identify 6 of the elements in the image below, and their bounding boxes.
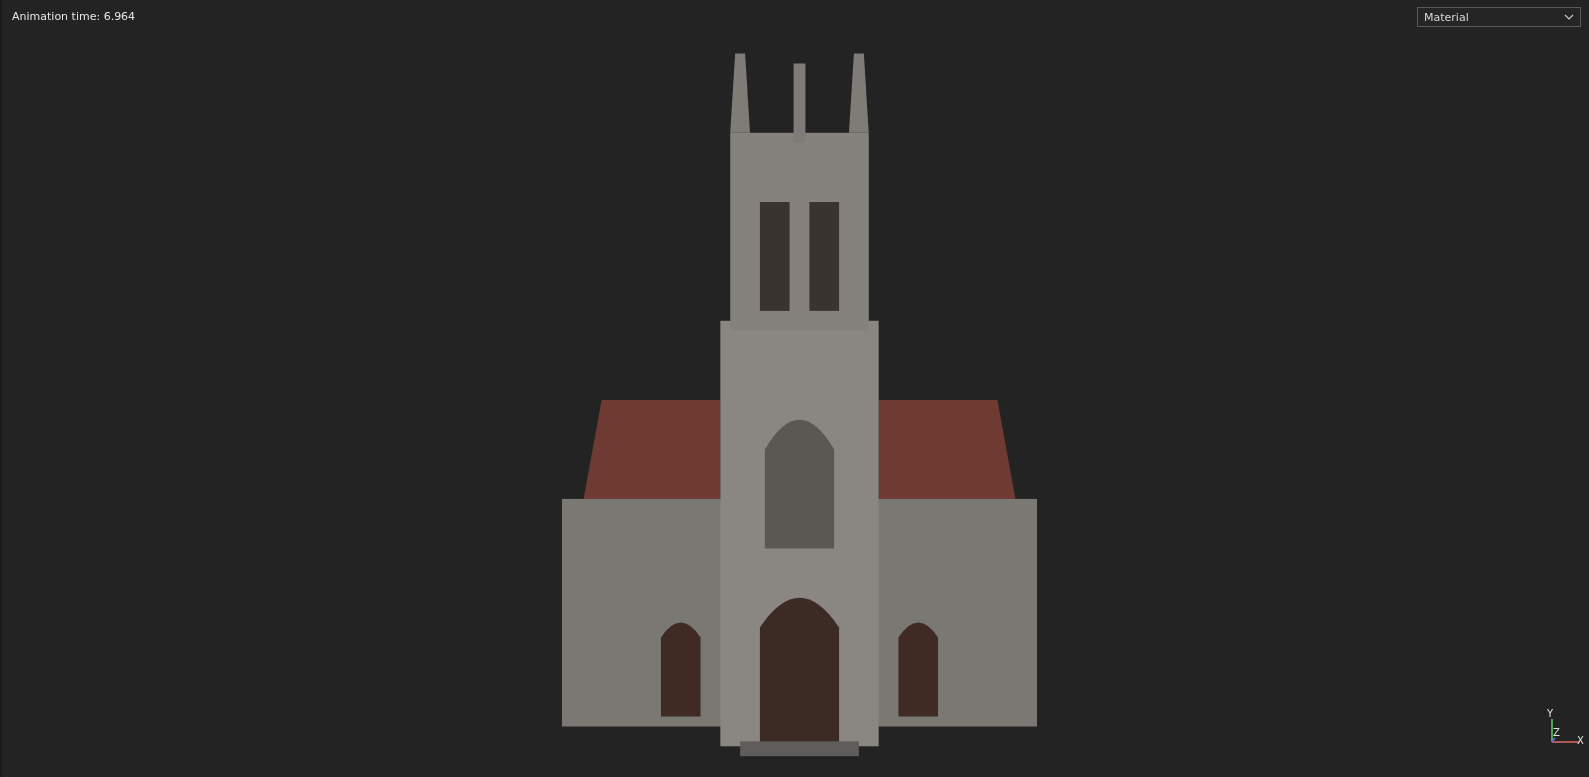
z-axis-label: Z [1553, 728, 1560, 738]
chevron-down-icon [1564, 14, 1574, 20]
animation-time-label: Animation time: 6.964 [12, 10, 136, 23]
shading-dropdown[interactable]: Material [1417, 7, 1581, 27]
y-axis-label: Y [1547, 709, 1554, 719]
x-axis-label: X [1577, 736, 1584, 746]
